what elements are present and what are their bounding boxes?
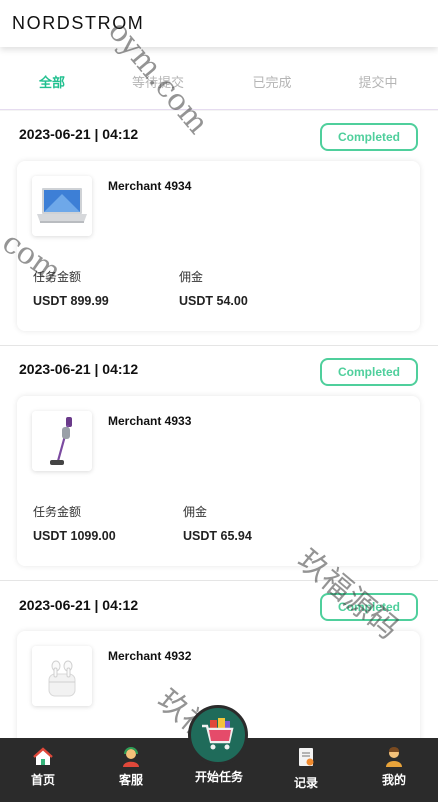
orders-page: NORDSTROM 全部 等待提交 已完成 提交中 2023-06-21 | 0… [0,0,438,802]
customer-service-icon [123,747,139,767]
earbuds-image [32,646,92,706]
amount-label: 任务金额 [33,505,82,519]
tab-pending[interactable]: 等待提交 [123,72,193,91]
commission-value: USDT 54.00 [179,294,248,308]
merchant-name: Merchant 4933 [108,414,192,428]
merchant-name: Merchant 4934 [108,179,192,193]
commission-label: 佣金 [179,270,204,284]
start-task-label: 开始任务 [194,770,243,784]
commission-label: 佣金 [183,505,208,519]
order-record[interactable]: 2023-06-21 | 04:12 Completed Merchant 49… [0,346,438,580]
order-card[interactable]: Merchant 4934 任务金额 USDT 899.99 佣金 USDT 5… [17,161,420,331]
status-tabs: 全部 等待提交 已完成 提交中 [0,47,438,110]
home-icon [33,747,53,765]
amount-label: 任务金额 [33,270,82,284]
order-record[interactable]: 2023-06-21 | 04:12 Completed Merchant 49… [0,111,438,345]
commission-value: USDT 65.94 [183,529,252,543]
order-date: 2023-06-21 | 04:12 [19,361,139,377]
tab-submitting[interactable]: 提交中 [343,72,413,91]
merchant-name: Merchant 4932 [108,649,192,663]
status-badge: Completed [320,593,418,621]
amount-value: USDT 1099.00 [33,529,116,543]
app-header: NORDSTROM [0,0,438,47]
tab-completed[interactable]: 已完成 [237,72,307,91]
nav-home-label: 首页 [30,773,55,787]
order-card[interactable]: Merchant 4933 任务金额 USDT 1099.00 佣金 USDT … [17,396,420,566]
start-task-button[interactable] [188,705,248,765]
laptop-image [32,176,92,236]
order-date: 2023-06-21 | 04:12 [19,597,139,613]
nav-records-label: 记录 [293,776,318,790]
amount-value: USDT 899.99 [33,294,109,308]
shopping-cart-icon [202,718,234,750]
nav-service-label: 客服 [118,773,143,787]
tab-all[interactable]: 全部 [17,72,87,91]
nav-mine[interactable]: 我的 [364,738,424,802]
status-badge: Completed [320,123,418,151]
records-icon [299,748,314,766]
nav-service[interactable]: 客服 [101,738,161,802]
profile-icon [386,747,402,767]
brand-logo[interactable]: NORDSTROM [12,13,144,34]
vacuum-image [32,411,92,471]
status-badge: Completed [320,358,418,386]
nav-records[interactable]: 记录 [276,738,336,802]
nav-home[interactable]: 首页 [13,738,73,802]
order-date: 2023-06-21 | 04:12 [19,126,139,142]
nav-mine-label: 我的 [381,773,406,787]
